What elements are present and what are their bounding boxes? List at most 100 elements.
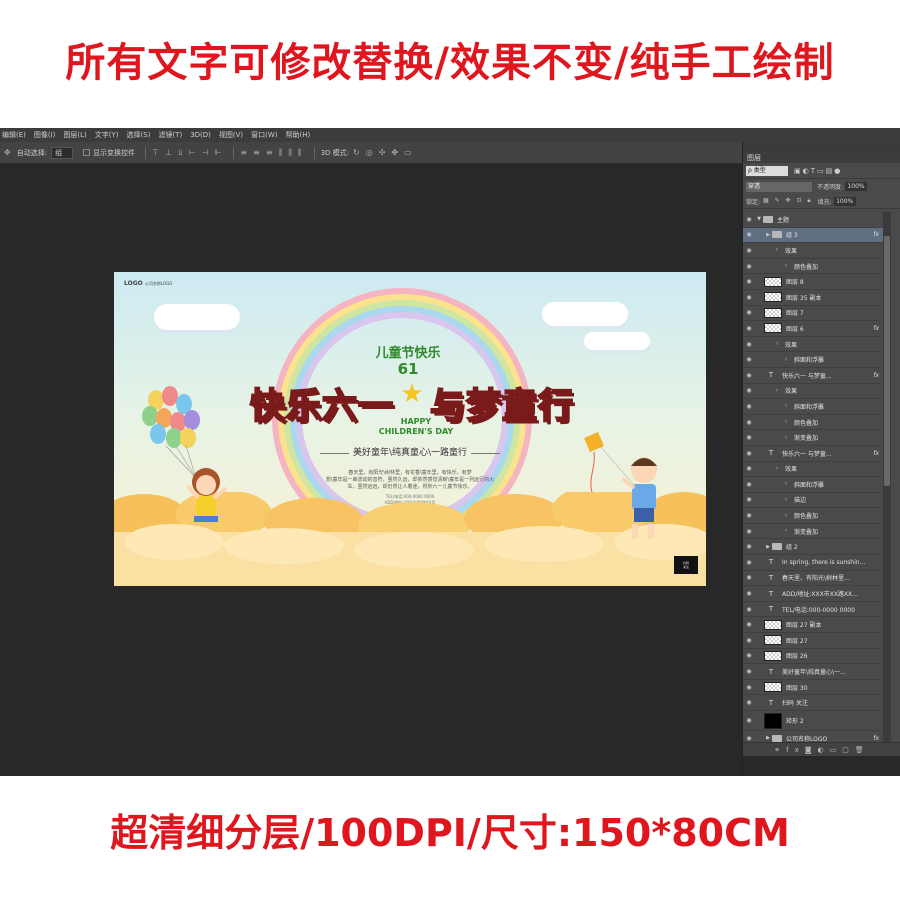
layer-row[interactable]: ◉ T 快乐六一 与梦童... fx — [743, 446, 883, 462]
layer-row[interactable]: ◉ ▶ 公司名称LOGO fx — [743, 731, 883, 742]
fx-icon[interactable]: fx — [786, 746, 805, 754]
layers-tab[interactable]: 图层 — [747, 153, 761, 163]
layer-row[interactable]: ◉ ◦ 斜面和浮雕 — [743, 352, 883, 368]
fx-badge-icon[interactable]: fx — [873, 325, 879, 332]
layer-row[interactable]: ◉ 图层 35 副本 — [743, 290, 883, 306]
layer-row[interactable]: ◉ T 扫码 关注 — [743, 695, 883, 711]
distribute-bottom-icon[interactable]: ≡ — [266, 148, 273, 157]
align-top-icon[interactable]: ⊤ — [152, 148, 159, 157]
visibility-eye-icon[interactable]: ◉ — [743, 668, 755, 675]
scroll-thumb[interactable] — [884, 236, 890, 486]
roll-3d-icon[interactable]: ◎ — [366, 148, 373, 157]
layer-list-scrollbar[interactable] — [883, 212, 891, 742]
visibility-eye-icon[interactable]: ◉ — [743, 434, 755, 441]
slide-3d-icon[interactable]: ✤ — [391, 148, 398, 157]
layer-row[interactable]: ◉ ◦ 效果 — [743, 337, 883, 353]
layer-row[interactable]: ◉ T TEL/电话:000-0000 0000 — [743, 602, 883, 618]
distribute-center-icon[interactable]: ⫼ — [288, 148, 292, 158]
layer-row[interactable]: ◉ 图层 6 fx — [743, 321, 883, 337]
visibility-eye-icon[interactable]: ◉ — [743, 528, 755, 535]
mask-icon[interactable]: ◙ — [805, 746, 818, 754]
link-layers-icon[interactable]: ⚭ — [774, 746, 786, 754]
lock-icons[interactable]: ▦ ✎ ✥ ⊡ 🔒︎ — [763, 197, 813, 205]
rotate-3d-icon[interactable]: ↻ — [353, 148, 360, 157]
visibility-eye-icon[interactable]: ◉ — [743, 590, 755, 597]
layer-row[interactable]: ◉ T ADD/地址:XXX市XX路XX... — [743, 586, 883, 602]
visibility-eye-icon[interactable]: ◉ — [743, 512, 755, 519]
filter-icons[interactable]: ▣◐T▭▤● — [794, 167, 842, 175]
fill-field[interactable]: 100% — [833, 196, 856, 206]
distribute-left-icon[interactable]: ⫼ — [279, 148, 283, 158]
layer-row[interactable]: ◉ T 美好童年\纯真童心\一... — [743, 664, 883, 680]
visibility-eye-icon[interactable]: ◉ — [743, 574, 755, 581]
fx-badge-icon[interactable]: fx — [873, 450, 879, 457]
visibility-eye-icon[interactable]: ◉ — [743, 294, 755, 301]
trash-icon[interactable]: 🗑︎ — [855, 746, 870, 754]
expand-arrow-icon[interactable]: ▶ — [764, 232, 772, 238]
visibility-eye-icon[interactable]: ◉ — [743, 465, 755, 472]
visibility-eye-icon[interactable]: ◉ — [743, 325, 755, 332]
expand-arrow-icon[interactable]: ▼ — [755, 216, 763, 222]
panel-collapse-strip[interactable] — [743, 142, 900, 152]
fx-badge-icon[interactable]: fx — [873, 372, 879, 379]
visibility-eye-icon[interactable]: ◉ — [743, 450, 755, 457]
layer-row[interactable]: ◉ T In spring, there is sunshin... — [743, 555, 883, 571]
visibility-eye-icon[interactable]: ◉ — [743, 278, 755, 285]
menu-item[interactable]: 文字(Y) — [95, 130, 119, 140]
visibility-eye-icon[interactable]: ◉ — [743, 231, 755, 238]
menu-item[interactable]: 滤镜(T) — [158, 130, 182, 140]
visibility-eye-icon[interactable]: ◉ — [743, 606, 755, 613]
layer-row[interactable]: ◉ 图层 7 — [743, 306, 883, 322]
layer-row[interactable]: ◉ 图层 27 副本 — [743, 617, 883, 634]
layer-row[interactable]: ◉ ◦ 渐变叠加 — [743, 430, 883, 446]
layer-row[interactable]: ◉ 图层 30 — [743, 680, 883, 696]
visibility-eye-icon[interactable]: ◉ — [743, 735, 755, 742]
fx-badge-icon[interactable]: fx — [873, 231, 879, 238]
layer-row[interactable]: ◉ ◦ 颜色叠加 — [743, 259, 883, 275]
menu-item[interactable]: 编辑(E) — [2, 130, 26, 140]
menu-item[interactable]: 窗口(W) — [251, 130, 277, 140]
menu-item[interactable]: 图像(I) — [34, 130, 56, 140]
layer-row[interactable]: ◉ ◦ 效果 — [743, 462, 883, 478]
opacity-field[interactable]: 100% — [845, 182, 868, 191]
menu-item[interactable]: 选择(S) — [127, 130, 151, 140]
blend-mode-dropdown[interactable]: 穿透 — [746, 181, 812, 192]
visibility-eye-icon[interactable]: ◉ — [743, 216, 755, 223]
layer-row[interactable]: ◉ ▶ 组 2 — [743, 539, 883, 556]
auto-select-dropdown[interactable]: 组 — [51, 146, 74, 159]
visibility-eye-icon[interactable]: ◉ — [743, 263, 755, 270]
align-bottom-icon[interactable]: ⫫ — [178, 148, 183, 158]
visibility-eye-icon[interactable]: ◉ — [743, 652, 755, 659]
align-middle-icon[interactable]: ⊥ — [165, 148, 172, 157]
scale-3d-icon[interactable]: ▭ — [404, 148, 412, 157]
layer-row[interactable]: ◉ ◦ 描边 — [743, 493, 883, 509]
visibility-eye-icon[interactable]: ◉ — [743, 543, 755, 550]
layer-row[interactable]: ◉ ◦ 效果 — [743, 384, 883, 400]
layer-row[interactable]: ◉ ◦ 颜色叠加 — [743, 415, 883, 431]
visibility-eye-icon[interactable]: ◉ — [743, 717, 755, 724]
adjustment-icon[interactable]: ◐ — [818, 746, 830, 754]
align-left-icon[interactable]: ⊢ — [189, 148, 196, 157]
new-layer-icon[interactable]: ▢ — [842, 746, 855, 754]
layer-row[interactable]: ◉ T 春天里，有阳光\树林里... — [743, 571, 883, 587]
visibility-eye-icon[interactable]: ◉ — [743, 403, 755, 410]
layer-row[interactable]: ◉ ◦ 颜色叠加 — [743, 508, 883, 524]
layer-row[interactable]: ◉ 图层 8 — [743, 274, 883, 290]
menu-item[interactable]: 3D(D) — [190, 131, 211, 139]
layer-row[interactable]: ◉ ◦ 渐变叠加 — [743, 524, 883, 540]
visibility-eye-icon[interactable]: ◉ — [743, 419, 755, 426]
layer-row[interactable]: ◉ ◦ 效果 — [743, 243, 883, 259]
canvas-area[interactable]: LOGO 公司名称LOGO 儿童节快乐 61 快乐六一 与梦童行 ★ HAPPY… — [0, 165, 742, 776]
visibility-eye-icon[interactable]: ◉ — [743, 372, 755, 379]
distribute-top-icon[interactable]: ≡ — [240, 148, 247, 157]
new-group-icon[interactable]: ▭ — [830, 746, 843, 754]
visibility-eye-icon[interactable]: ◉ — [743, 247, 755, 254]
layer-row[interactable]: ◉ T 快乐六一 与梦童... fx — [743, 368, 883, 384]
layer-row[interactable]: ◉ 图层 26 — [743, 649, 883, 665]
menu-item[interactable]: 视图(V) — [219, 130, 243, 140]
layer-row[interactable]: ◉ 矩形 2 — [743, 711, 883, 731]
fx-badge-icon[interactable]: fx — [873, 735, 879, 742]
distribute-right-icon[interactable]: ⫼ — [298, 148, 302, 158]
visibility-eye-icon[interactable]: ◉ — [743, 684, 755, 691]
show-transform-checkbox[interactable] — [83, 149, 91, 156]
